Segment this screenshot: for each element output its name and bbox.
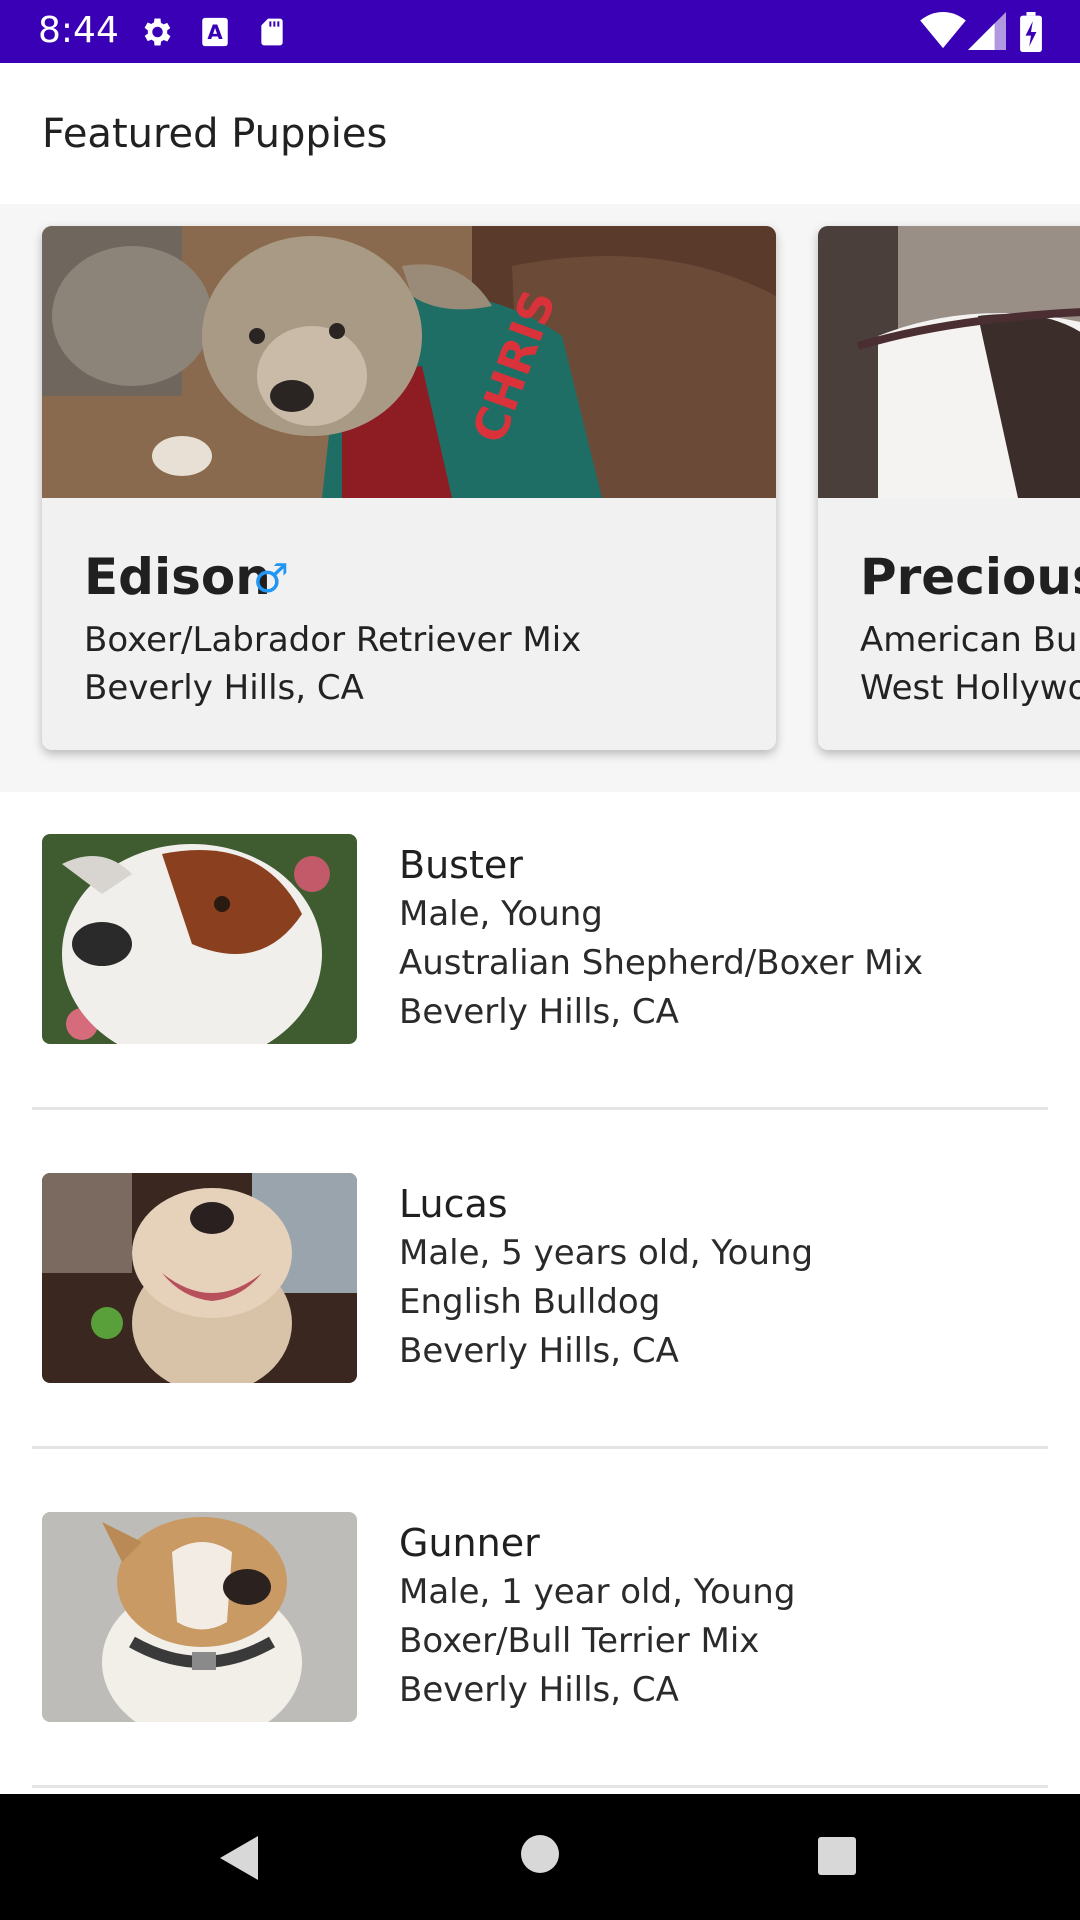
featured-card[interactable]: Precious American Bu West Hollywo [818,226,1080,750]
recents-icon[interactable] [817,1836,857,1880]
divider [32,1446,1048,1449]
page-title: Featured Puppies [42,111,388,157]
male-icon: ♂ [253,556,289,602]
pet-breed: English Bulldog [399,1282,661,1322]
list-item-text: Gunner Male, 1 year old, Young Boxer/Bul… [399,1518,795,1715]
pet-location: West Hollywo [860,668,1080,708]
list-item[interactable]: Gunner Male, 1 year old, Young Boxer/Bul… [0,1470,1080,1809]
list-item[interactable]: Buster Male, Young Australian Shepherd/B… [0,792,1080,1131]
featured-card[interactable]: CHRIS Edison ♂ Boxer/Labrador Retriever … [42,226,776,750]
pet-location: Beverly Hills, CA [399,1670,679,1710]
pet-breed: American Bu [860,620,1078,660]
pet-name: Gunner [399,1521,540,1565]
pet-sex-age: Male, 1 year old, Young [399,1572,796,1612]
list-item-text: Lucas Male, 5 years old, Young English B… [399,1179,813,1376]
pet-name: Lucas [399,1182,508,1226]
dog-photo [818,226,1080,498]
divider [32,1107,1048,1110]
list-item-text: Buster Male, Young Australian Shepherd/B… [399,840,923,1037]
pet-breed: Boxer/Labrador Retriever Mix [84,620,582,660]
featured-card-info: Edison ♂ Boxer/Labrador Retriever Mix Be… [42,498,776,750]
featured-card-info: Precious American Bu West Hollywo [818,498,1080,750]
status-bar: 8:44 A [0,0,1080,63]
dog-thumbnail [42,1173,357,1383]
svg-text:A: A [207,21,223,44]
wifi-icon [920,12,966,54]
gear-icon [138,14,174,54]
pet-location: Beverly Hills, CA [399,1331,679,1371]
pet-location: Beverly Hills, CA [399,992,679,1032]
pet-location: Beverly Hills, CA [84,668,364,708]
pet-breed: Australian Shepherd/Boxer Mix [399,943,924,983]
list-item[interactable]: Lucas Male, 5 years old, Young English B… [0,1131,1080,1470]
pet-breed: Boxer/Bull Terrier Mix [399,1621,760,1661]
dog-thumbnail [42,1512,357,1722]
pet-name: Precious [860,548,1080,606]
dog-thumbnail [42,834,357,1044]
battery-icon [1020,12,1042,56]
back-icon[interactable] [216,1834,260,1886]
dog-photo: CHRIS [42,226,776,498]
navigation-bar [0,1794,1080,1920]
signal-icon [968,12,1006,54]
top-app-bar: Featured Puppies [0,63,1080,204]
featured-carousel[interactable]: CHRIS Edison ♂ Boxer/Labrador Retriever … [0,204,1080,792]
font-a-icon: A [198,14,232,54]
pet-sex-age: Male, 5 years old, Young [399,1233,814,1273]
sd-card-icon [256,14,288,54]
divider [32,1785,1048,1788]
status-time: 8:44 [38,10,119,51]
pet-name: Edison [84,548,271,606]
home-icon[interactable] [520,1834,560,1878]
pet-sex-age: Male, Young [399,894,603,934]
pet-name: Buster [399,843,523,887]
